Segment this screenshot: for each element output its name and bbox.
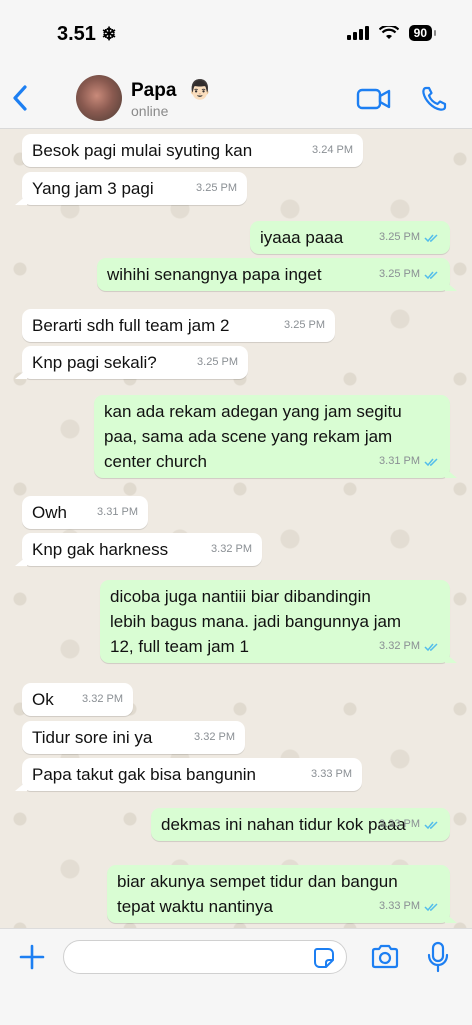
chat-area[interactable]: Besok pagi mulai syuting kan 3.24 PM Yan… bbox=[0, 129, 472, 928]
status-indicators: 90 bbox=[346, 25, 437, 41]
message-incoming[interactable]: Ok 3.32 PM bbox=[22, 683, 133, 716]
message-meta: 3.25 PM bbox=[379, 225, 440, 250]
double-check-icon bbox=[424, 902, 438, 911]
message-time: 3.25 PM bbox=[197, 356, 238, 368]
double-check-icon bbox=[424, 270, 438, 279]
message-time: 3.32 PM bbox=[194, 731, 235, 743]
message-incoming[interactable]: Tidur sore ini ya 3.32 PM bbox=[22, 721, 245, 754]
message-time: 3.31 PM bbox=[379, 455, 420, 467]
message-incoming[interactable]: Yang jam 3 pagi 3.25 PM bbox=[15, 172, 247, 205]
wifi-icon bbox=[378, 26, 399, 39]
snowflake-icon: ❄ bbox=[101, 24, 117, 44]
signal-icon bbox=[346, 26, 369, 40]
message-time: 3.32 PM bbox=[82, 693, 123, 705]
message-meta: 3.32 PM bbox=[211, 537, 252, 562]
message-time: 3.25 PM bbox=[379, 268, 420, 280]
message-outgoing[interactable]: biar akunya sempet tidur dan bangun tepa… bbox=[107, 865, 457, 923]
double-check-icon bbox=[424, 233, 438, 242]
message-time: 3.25 PM bbox=[284, 319, 325, 331]
message-meta: 3.24 PM bbox=[312, 138, 353, 163]
battery-indicator: 90 bbox=[408, 25, 437, 41]
message-outgoing[interactable]: dicoba juga nantiii biar dibandingin leb… bbox=[100, 580, 457, 663]
message-meta: 3.25 PM bbox=[196, 176, 237, 201]
contact-emoji: 👨🏻 bbox=[188, 80, 212, 101]
message-meta: 3.33 PM bbox=[379, 894, 440, 919]
message-time: 3.24 PM bbox=[312, 144, 353, 156]
message-input[interactable] bbox=[63, 940, 347, 974]
message-text: Papa takut gak bisa bangunin bbox=[32, 765, 257, 784]
message-time: 3.31 PM bbox=[97, 506, 138, 518]
message-incoming[interactable]: Berarti sdh full team jam 2 3.25 PM bbox=[22, 309, 335, 342]
message-time: 3.25 PM bbox=[379, 231, 420, 243]
sticker-icon[interactable] bbox=[313, 947, 335, 969]
message-meta: 3.25 PM bbox=[284, 313, 325, 338]
message-meta: 3.25 PM bbox=[197, 350, 238, 375]
phone-icon[interactable] bbox=[420, 85, 448, 113]
message-incoming[interactable]: Papa takut gak bisa bangunin 3.33 PM bbox=[15, 758, 362, 791]
double-check-icon bbox=[424, 457, 438, 466]
message-time: 3.33 PM bbox=[311, 768, 352, 780]
message-outgoing[interactable]: dekmas ini nahan tidur kok paaa 3.33 PM bbox=[151, 808, 450, 841]
contact-status: online bbox=[131, 103, 169, 119]
message-time: 3.33 PM bbox=[379, 818, 420, 830]
plus-icon[interactable] bbox=[18, 943, 46, 971]
message-incoming[interactable]: Owh 3.31 PM bbox=[22, 496, 148, 529]
message-incoming[interactable]: Knp pagi sekali? 3.25 PM bbox=[15, 346, 248, 379]
message-meta: 3.33 PM bbox=[311, 762, 352, 787]
video-camera-icon[interactable] bbox=[356, 86, 392, 112]
message-incoming[interactable]: Besok pagi mulai syuting kan 3.24 PM bbox=[22, 134, 363, 167]
message-time: 3.32 PM bbox=[379, 640, 420, 652]
message-meta: 3.31 PM bbox=[97, 500, 138, 525]
status-bar: 3.51 ❄ 90 bbox=[0, 0, 472, 68]
message-time: 3.32 PM bbox=[211, 543, 252, 555]
double-check-icon bbox=[424, 820, 438, 829]
microphone-icon[interactable] bbox=[427, 941, 449, 973]
message-text: Berarti sdh full team jam 2 bbox=[32, 316, 230, 335]
message-outgoing[interactable]: iyaaa paaa 3.25 PM bbox=[250, 221, 450, 254]
message-meta: 3.32 PM bbox=[379, 634, 440, 659]
camera-icon[interactable] bbox=[370, 943, 400, 971]
message-time: 3.25 PM bbox=[196, 182, 237, 194]
chevron-left-icon[interactable] bbox=[8, 82, 34, 114]
contact-name[interactable]: Papa bbox=[131, 80, 176, 102]
status-time: 3.51 ❄ bbox=[57, 23, 117, 46]
double-check-icon bbox=[424, 642, 438, 651]
message-time: 3.33 PM bbox=[379, 900, 420, 912]
composer-bar bbox=[0, 928, 472, 1025]
message-incoming[interactable]: Knp gak harkness 3.32 PM bbox=[15, 533, 262, 566]
message-text: Besok pagi mulai syuting kan bbox=[32, 141, 253, 160]
message-meta: 3.25 PM bbox=[379, 262, 440, 287]
message-meta: 3.31 PM bbox=[379, 449, 440, 474]
avatar[interactable] bbox=[76, 75, 122, 121]
message-meta: 3.33 PM bbox=[379, 812, 440, 837]
message-meta: 3.32 PM bbox=[194, 725, 235, 750]
message-meta: 3.32 PM bbox=[82, 687, 123, 712]
chat-header: Papa 👨🏻 online bbox=[0, 68, 472, 129]
status-time-text: 3.51 bbox=[57, 23, 96, 45]
message-outgoing[interactable]: wihihi senangnya papa inget 3.25 PM bbox=[97, 258, 457, 291]
message-outgoing[interactable]: kan ada rekam adegan yang jam segitu paa… bbox=[94, 395, 457, 478]
